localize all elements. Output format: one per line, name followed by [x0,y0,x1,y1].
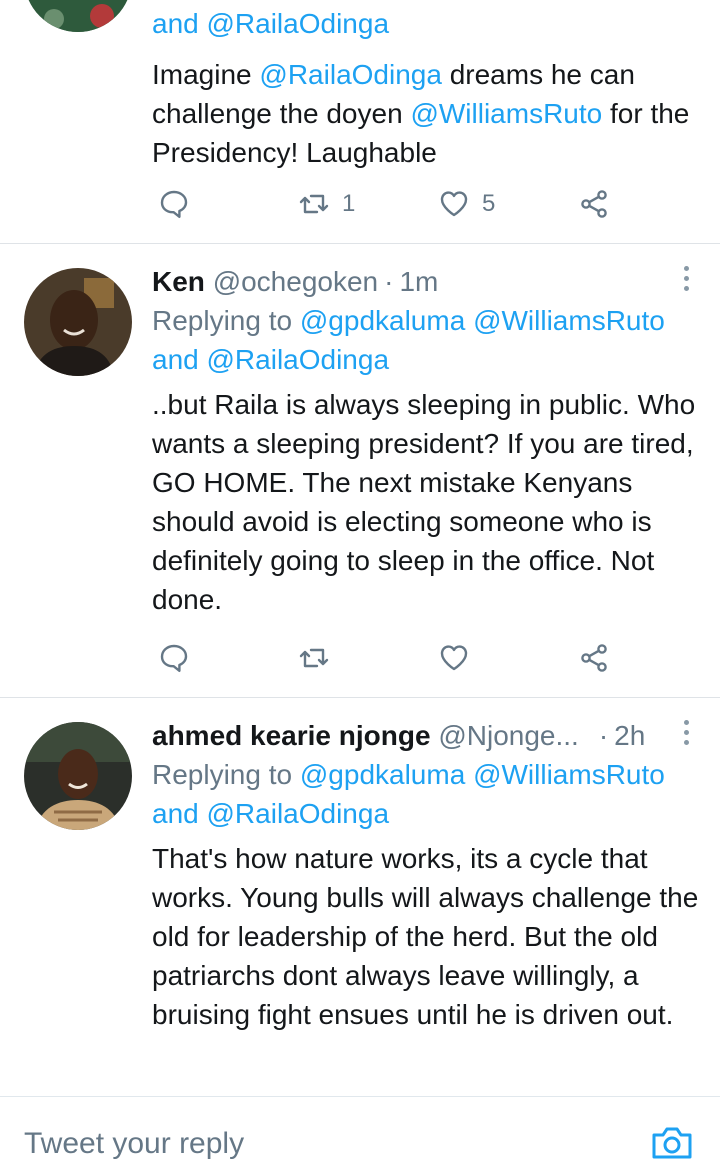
tweet-header: Ken @ochegoken · 1m [152,262,700,301]
share-button[interactable] [578,184,610,224]
replying-to-label: Replying to [152,759,293,790]
retweet-icon [299,648,329,668]
reply-icon [160,644,188,672]
more-options-icon[interactable] [684,720,690,750]
like-count: 5 [482,190,496,217]
tweet-text: Imagine @RailaOdinga dreams he can chall… [152,55,700,172]
retweet-button[interactable] [298,638,342,678]
mention-link[interactable]: @WilliamsRuto [410,98,602,129]
tweet-actions: 1 5 [152,184,632,224]
heart-icon [440,191,468,217]
timestamp[interactable]: 2h [614,720,645,751]
avatar[interactable] [24,268,132,376]
avatar[interactable] [24,722,132,830]
mention-link[interactable]: @WilliamsRuto [473,759,665,790]
mention-link[interactable]: @WilliamsRuto [473,305,665,336]
user-handle[interactable]: @ochegoken [213,266,378,297]
tweet-1[interactable]: and @RailaOdinga Imagine @RailaOdinga dr… [0,0,720,243]
separator-dot: · [598,720,609,751]
like-button[interactable]: 5 [438,184,495,224]
reply-input[interactable]: Tweet your reply [24,1127,244,1161]
mention-link[interactable]: @gpdkaluma [300,759,465,790]
reply-composer[interactable]: Tweet your reply [0,1096,720,1160]
tweet-actions [152,638,632,678]
tweet-text: ..but Raila is always sleeping in public… [152,389,696,615]
timestamp[interactable]: 1m [399,266,438,297]
tweet-header: ahmed kearie njonge @Njonge... · 2h [152,716,700,755]
retweet-button[interactable]: 1 [298,184,355,224]
reply-button[interactable] [158,184,190,224]
display-name[interactable]: Ken [152,266,205,297]
replying-to-line: and @RailaOdinga [152,4,700,43]
like-button[interactable] [438,638,482,678]
mention-link[interactable]: @gpdkaluma [300,305,465,336]
display-name[interactable]: ahmed kearie njonge [152,720,431,751]
mention-link[interactable]: @RailaOdinga [207,344,390,375]
retweet-icon [299,194,329,214]
tweet-2[interactable]: Ken @ochegoken · 1m Replying to @gpdkaluma… [0,244,720,697]
retweet-count: 1 [342,190,356,217]
tweet-text: That's how nature works, its a cycle tha… [152,843,699,1030]
reply-icon [160,190,188,218]
share-icon [581,644,607,672]
avatar[interactable] [24,0,132,32]
camera-icon[interactable] [650,1123,694,1159]
tweet-text-segment: Imagine [152,59,260,90]
tweet-3[interactable]: ahmed kearie njonge @Njonge... · 2h Replyi… [0,698,720,1096]
mention-link[interactable]: and @RailaOdinga [152,8,389,39]
replying-to-line: Replying to @gpdkaluma @WilliamsRuto and… [152,301,700,379]
mention-link[interactable]: @RailaOdinga [259,59,442,90]
mention-link[interactable]: @RailaOdinga [207,798,390,829]
more-options-icon[interactable] [684,266,690,296]
replying-and: and [152,798,199,829]
heart-icon [440,645,468,671]
share-button[interactable] [578,638,610,678]
share-icon [581,190,607,218]
separator-dot: · [384,266,394,297]
replying-and: and [152,344,199,375]
replying-to-label: Replying to [152,305,293,336]
user-handle[interactable]: @Njonge... [438,720,579,751]
reply-button[interactable] [158,638,190,678]
replying-to-line: Replying to @gpdkaluma @WilliamsRuto and… [152,755,700,833]
